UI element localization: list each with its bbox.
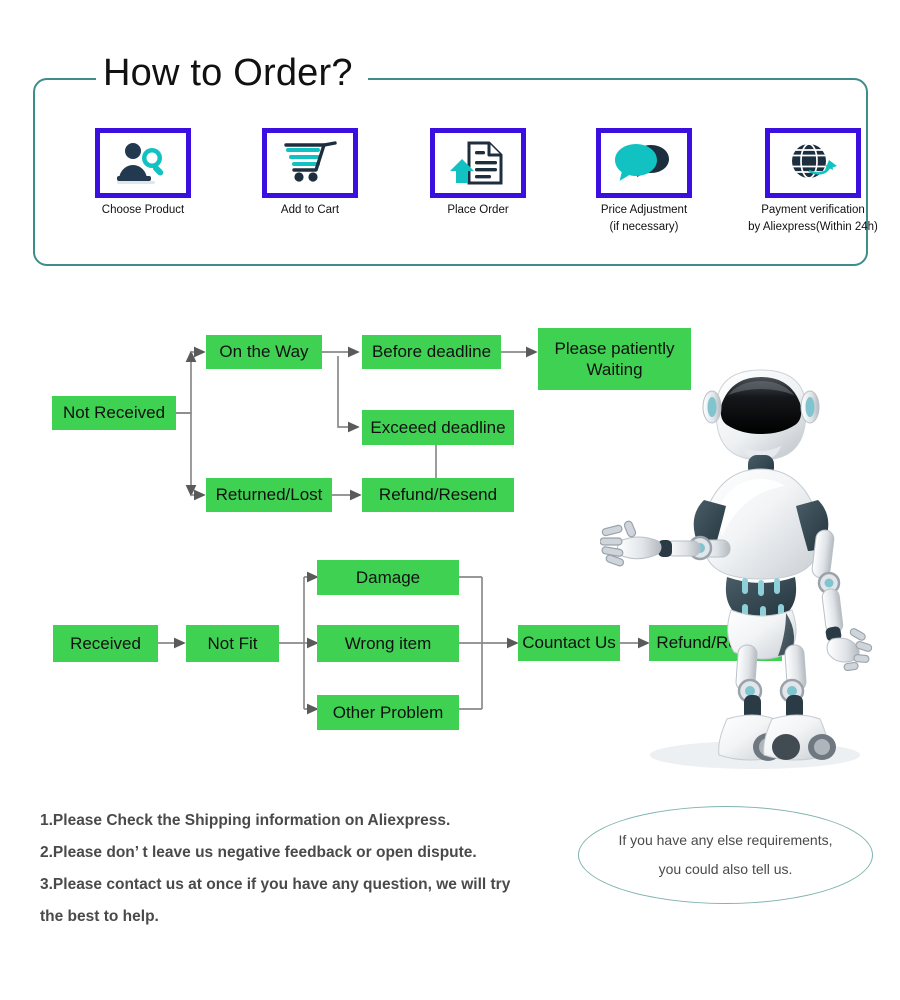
step-icon-box [95, 128, 191, 198]
robot-torso [693, 468, 829, 660]
node-exceed-deadline[interactable]: Exceeed deadline [362, 410, 514, 445]
step-price-adjustment[interactable]: Price Adjustment (if necessary) [554, 128, 734, 235]
step-label-line1: Price Adjustment [600, 204, 688, 216]
step-choose-product[interactable]: Choose Product [53, 128, 233, 219]
note-item: 3.Please contact us at once if you have … [40, 876, 511, 894]
connector-ontheway-exceed [337, 356, 360, 433]
step-label-line1: Add to Cart [280, 204, 340, 216]
step-label-line1: Choose Product [101, 204, 185, 216]
step-icon-box [765, 128, 861, 198]
robot-mascot [600, 369, 873, 769]
shopping-cart-icon [284, 141, 337, 182]
step-icon-box [430, 128, 526, 198]
node-before-deadline[interactable]: Before deadline [362, 335, 501, 369]
note-item: the best to help. [40, 908, 159, 926]
step-icon-box [262, 128, 358, 198]
node-on-the-way[interactable]: On the Way [206, 335, 322, 369]
step-label: Choose Product [53, 202, 233, 219]
note-item: 1.Please Check the Shipping information … [40, 812, 451, 829]
robot-legs [718, 644, 836, 761]
step-add-to-cart[interactable]: Add to Cart [220, 128, 400, 219]
step-place-order[interactable]: Place Order [388, 128, 568, 219]
node-damage[interactable]: Damage [317, 560, 459, 595]
note-item: 2.Please don’ t leave us negative feedba… [40, 844, 477, 862]
robot-right-arm [811, 529, 873, 672]
node-wrong-item[interactable]: Wrong item [317, 625, 459, 662]
globe-refresh-icon [792, 143, 837, 179]
node-received[interactable]: Received [53, 625, 158, 662]
bubble-line2: you could also tell us. [658, 861, 793, 877]
policy-notes: 1.Please Check the Shipping information … [40, 805, 600, 933]
step-label: Payment verification by Aliexpress(Withi… [723, 202, 900, 235]
node-other-problem[interactable]: Other Problem [317, 695, 459, 730]
bubble-line1: If you have any else requirements, [618, 831, 833, 848]
page-title: How to Order? [103, 52, 353, 94]
step-label-line1: Place Order [447, 204, 509, 216]
node-not-received[interactable]: Not Received [52, 396, 176, 430]
node-returned-lost[interactable]: Returned/Lost [206, 478, 332, 512]
step-label-line2: by Aliexpress(Within 24h) [748, 220, 878, 233]
step-payment-verification[interactable]: Payment verification by Aliexpress(Withi… [723, 128, 900, 235]
speech-bubbles-icon [615, 144, 669, 181]
step-label-line2: (if necessary) [609, 220, 679, 233]
promo-page: How to Order? Choose Product Add to Cart… [0, 0, 900, 1000]
requirements-bubble-text: If you have any else requirements, you c… [578, 806, 873, 904]
connector-notreceived-ontheway [176, 350, 197, 414]
step-label: Add to Cart [220, 202, 400, 219]
document-upload-icon [450, 141, 503, 185]
step-label: Price Adjustment (if necessary) [554, 202, 734, 235]
robot-head [702, 369, 820, 477]
step-label-line1: Payment verification [761, 204, 865, 216]
person-search-icon [117, 143, 164, 184]
order-steps: Choose Product Add to Cart Place Order P… [33, 128, 878, 258]
step-icon-box [596, 128, 692, 198]
step-label: Place Order [388, 202, 568, 219]
node-not-fit[interactable]: Not Fit [186, 625, 279, 662]
node-refund-resend-upper[interactable]: Refund/Resend [362, 478, 514, 512]
